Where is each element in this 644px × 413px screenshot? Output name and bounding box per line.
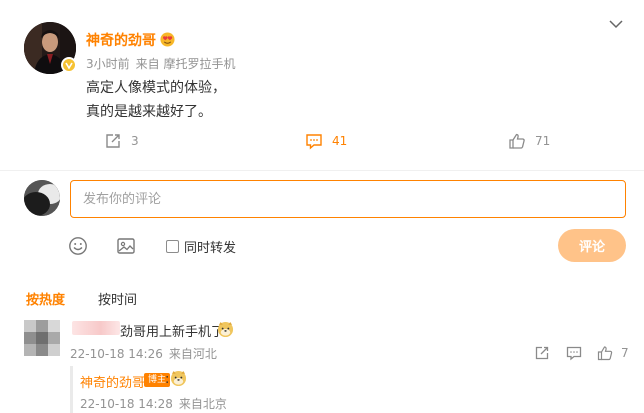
chevron-down-icon[interactable]	[608, 18, 624, 30]
comment-input-box[interactable]	[70, 180, 626, 218]
commenter-avatar[interactable]	[24, 320, 60, 356]
comment-icon	[566, 346, 582, 361]
image-upload-icon[interactable]	[116, 236, 136, 256]
comment-location: 来自河北	[168, 347, 217, 361]
emoji-icon[interactable]	[68, 236, 88, 256]
post-time[interactable]: 3小时前	[86, 57, 130, 71]
repost-icon	[106, 134, 120, 148]
share-icon	[535, 346, 549, 360]
comment-reply-button[interactable]	[566, 344, 590, 362]
post-text-line-1: 高定人像模式的体验，	[86, 80, 226, 96]
reply-meta: 22-10-18 14:28 来自北京	[80, 395, 233, 412]
post-meta: 3小时前 来自 摩托罗拉手机	[86, 55, 241, 72]
author-name[interactable]: 神奇的劲哥	[86, 30, 156, 50]
comment-share-button[interactable]	[534, 344, 558, 362]
like-button[interactable]: 71	[508, 131, 550, 151]
thumbs-up-icon	[509, 133, 525, 149]
sort-by-hot-tab[interactable]: 按热度	[26, 289, 65, 308]
reply-author-name[interactable]: 神奇的劲哥	[80, 372, 145, 391]
verified-v-badge-icon	[61, 57, 77, 73]
submit-comment-button[interactable]: 评论	[558, 229, 626, 262]
post-source: 来自 摩托罗拉手机	[135, 57, 236, 71]
comment-text: 劲哥用上新手机了	[120, 325, 225, 340]
weibo-post-card: 神奇的劲哥 3小时前 来自 摩托罗拉手机 高定人像模式的体验， 真的是越来越好了。…	[0, 0, 644, 413]
commenter-name-blurred[interactable]	[72, 321, 120, 335]
repost-count: 3	[131, 134, 139, 148]
like-count: 71	[535, 134, 551, 148]
heart-eyes-emoji-icon	[160, 32, 175, 47]
comment-icon	[306, 134, 322, 150]
comment-button[interactable]: 41	[305, 131, 347, 151]
my-avatar[interactable]	[24, 180, 60, 216]
sort-by-time-tab[interactable]: 按时间	[98, 289, 137, 308]
repost-together-label: 同时转发	[184, 241, 237, 256]
post-content: 高定人像模式的体验， 真的是越来越好了。	[86, 76, 226, 124]
reply-date: 22-10-18 14:28	[80, 397, 173, 411]
reply-indent-bar	[70, 366, 73, 413]
comment-date: 22-10-18 14:26	[70, 347, 163, 361]
reply-colon: :	[165, 372, 170, 387]
doge-emoji-icon	[217, 321, 234, 338]
thumbs-up-icon	[597, 346, 613, 361]
divider	[0, 170, 644, 171]
comment-like-count: 7	[621, 346, 629, 360]
checkbox[interactable]	[166, 240, 179, 253]
doge-emoji-icon	[170, 370, 187, 387]
comment-count: 41	[332, 134, 348, 148]
repost-together-checkbox[interactable]: 同时转发	[166, 237, 236, 256]
comment-input[interactable]	[71, 181, 625, 217]
comment-meta: 22-10-18 14:26 来自河北	[70, 345, 223, 362]
reply-location: 来自北京	[178, 397, 227, 411]
repost-button[interactable]: 3	[104, 131, 139, 151]
comment-like-button[interactable]: 7	[597, 344, 629, 362]
post-text-line-2: 真的是越来越好了。	[86, 104, 212, 120]
